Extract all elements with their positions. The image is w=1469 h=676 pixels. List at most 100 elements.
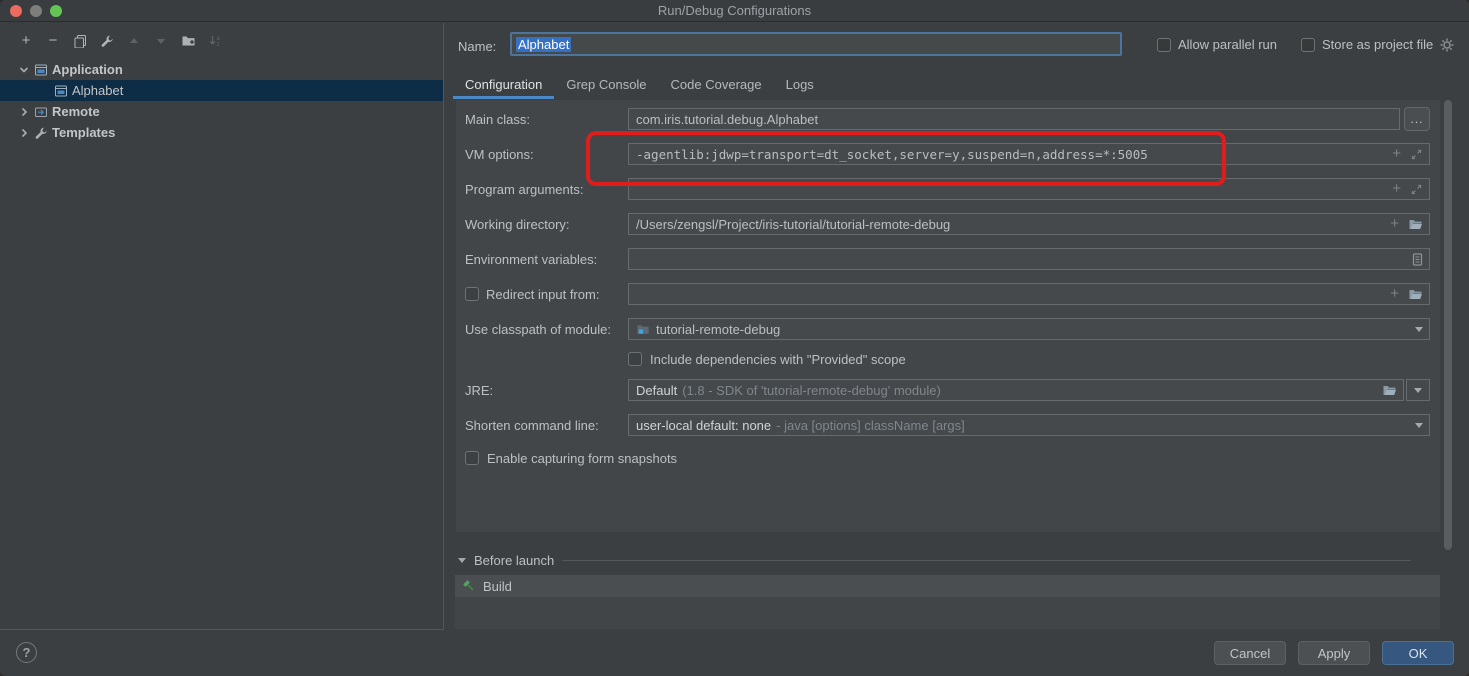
- store-options-gear-icon[interactable]: [1439, 37, 1455, 53]
- main-class-label: Main class:: [465, 112, 628, 127]
- shorten-command-line-value: user-local default: none: [636, 418, 771, 433]
- browse-folder-icon[interactable]: [1408, 288, 1423, 301]
- cancel-button[interactable]: Cancel: [1214, 641, 1286, 665]
- program-arguments-field[interactable]: +: [628, 178, 1430, 200]
- checkbox-icon[interactable]: [628, 352, 642, 366]
- main-class-field[interactable]: com.iris.tutorial.debug.Alphabet: [628, 108, 1400, 130]
- redirect-input-checkbox[interactable]: Redirect input from:: [465, 287, 628, 302]
- vm-options-value: -agentlib:jdwp=transport=dt_socket,serve…: [636, 147, 1148, 162]
- jre-dropdown[interactable]: Default (1.8 - SDK of 'tutorial-remote-d…: [628, 379, 1404, 401]
- tab-grep-console[interactable]: Grep Console: [554, 72, 658, 99]
- minimize-window-button[interactable]: [30, 5, 42, 17]
- name-input[interactable]: Alphabet: [510, 32, 1122, 56]
- titlebar: Run/Debug Configurations: [0, 0, 1469, 22]
- jre-value: Default: [636, 383, 677, 398]
- tab-code-coverage[interactable]: Code Coverage: [659, 72, 774, 99]
- zoom-window-button[interactable]: [50, 5, 62, 17]
- vertical-scrollbar[interactable]: [1444, 100, 1452, 550]
- jre-dropdown-button[interactable]: [1406, 379, 1430, 401]
- allow-parallel-run-checkbox[interactable]: Allow parallel run: [1157, 37, 1277, 52]
- add-macro-icon[interactable]: +: [1392, 147, 1401, 161]
- working-directory-value: /Users/zengsl/Project/iris-tutorial/tuto…: [636, 217, 950, 232]
- move-down-icon[interactable]: [153, 33, 169, 49]
- checkbox-icon[interactable]: [1301, 38, 1315, 52]
- working-directory-field[interactable]: /Users/zengsl/Project/iris-tutorial/tuto…: [628, 213, 1430, 235]
- copy-configuration-icon[interactable]: [72, 33, 88, 49]
- browse-main-class-button[interactable]: ...: [1404, 107, 1430, 131]
- checkbox-icon[interactable]: [1157, 38, 1171, 52]
- edit-variables-icon[interactable]: [1412, 253, 1423, 266]
- shorten-command-line-label: Shorten command line:: [465, 418, 628, 433]
- provided-scope-row: Include dependencies with "Provided" sco…: [628, 350, 1430, 368]
- ok-button[interactable]: OK: [1382, 641, 1454, 665]
- remove-configuration-icon[interactable]: −: [45, 33, 61, 49]
- tree-item-label: Alphabet: [72, 83, 123, 98]
- provided-scope-checkbox[interactable]: Include dependencies with "Provided" sco…: [628, 352, 906, 367]
- chevron-right-icon[interactable]: [18, 106, 30, 118]
- form-snapshots-checkbox[interactable]: Enable capturing form snapshots: [465, 451, 677, 466]
- store-as-project-file-label: Store as project file: [1322, 37, 1433, 52]
- apply-button[interactable]: Apply: [1298, 641, 1370, 665]
- expand-field-icon[interactable]: [1410, 183, 1423, 196]
- classpath-module-label: Use classpath of module:: [465, 322, 628, 337]
- checkbox-icon[interactable]: [465, 451, 479, 465]
- tree-item-alphabet[interactable]: Alphabet: [0, 80, 443, 101]
- create-folder-icon[interactable]: [180, 33, 196, 49]
- tree-item-templates[interactable]: Templates: [0, 122, 443, 143]
- svg-text:z: z: [217, 42, 220, 48]
- main-class-value: com.iris.tutorial.debug.Alphabet: [636, 112, 818, 127]
- close-window-button[interactable]: [10, 5, 22, 17]
- run-debug-configurations-dialog: Run/Debug Configurations + − az: [0, 0, 1469, 676]
- add-macro-icon[interactable]: +: [1392, 182, 1401, 196]
- help-button[interactable]: ?: [16, 642, 37, 663]
- checkbox-icon[interactable]: [465, 287, 479, 301]
- form-snapshots-label: Enable capturing form snapshots: [487, 451, 677, 466]
- dropdown-arrow-icon[interactable]: [1415, 423, 1423, 428]
- redirect-input-row: Redirect input from: +: [456, 283, 1430, 305]
- build-task-label: Build: [483, 579, 512, 594]
- move-up-icon[interactable]: [126, 33, 142, 49]
- build-task-item[interactable]: Build: [455, 575, 1440, 597]
- form-snapshots-row: Enable capturing form snapshots: [456, 449, 1430, 467]
- add-macro-icon[interactable]: +: [1390, 287, 1399, 301]
- shorten-command-line-hint: - java [options] className [args]: [776, 418, 965, 433]
- add-macro-icon[interactable]: +: [1390, 217, 1399, 231]
- store-as-project-file-checkbox[interactable]: Store as project file: [1301, 37, 1433, 52]
- classpath-module-dropdown[interactable]: tutorial-remote-debug: [628, 318, 1430, 340]
- tree-item-application[interactable]: Application: [0, 59, 443, 80]
- editor-tabs: Configuration Grep Console Code Coverage…: [444, 72, 826, 99]
- add-configuration-icon[interactable]: +: [18, 33, 34, 49]
- chevron-right-icon[interactable]: [18, 127, 30, 139]
- edit-templates-icon[interactable]: [99, 33, 115, 49]
- before-launch-section[interactable]: Before launch: [458, 553, 1440, 568]
- shorten-command-line-dropdown[interactable]: user-local default: none - java [options…: [628, 414, 1430, 436]
- vm-options-field[interactable]: -agentlib:jdwp=transport=dt_socket,serve…: [628, 143, 1430, 165]
- browse-folder-icon[interactable]: [1382, 384, 1397, 397]
- jre-hint: (1.8 - SDK of 'tutorial-remote-debug' mo…: [682, 383, 941, 398]
- chevron-down-icon[interactable]: [18, 64, 30, 76]
- working-directory-label: Working directory:: [465, 217, 628, 232]
- dropdown-arrow-icon[interactable]: [1415, 327, 1423, 332]
- sort-configurations-icon[interactable]: az: [207, 33, 223, 49]
- module-icon: [636, 323, 650, 336]
- environment-variables-label: Environment variables:: [465, 252, 628, 267]
- before-launch-label: Before launch: [474, 553, 554, 568]
- tree-item-label: Remote: [52, 104, 100, 119]
- configuration-editor: Name: Alphabet Allow parallel run Store …: [444, 22, 1469, 630]
- configuration-form: Main class: com.iris.tutorial.debug.Alph…: [456, 100, 1440, 532]
- program-arguments-row: Program arguments: +: [456, 178, 1430, 200]
- section-divider: [562, 560, 1411, 561]
- dropdown-arrow-icon: [1414, 388, 1422, 393]
- tab-logs[interactable]: Logs: [774, 72, 826, 99]
- collapse-arrow-icon[interactable]: [458, 558, 466, 563]
- vm-options-label: VM options:: [465, 147, 628, 162]
- program-arguments-label: Program arguments:: [465, 182, 628, 197]
- tab-configuration[interactable]: Configuration: [453, 72, 554, 99]
- redirect-input-label: Redirect input from:: [486, 287, 599, 302]
- expand-field-icon[interactable]: [1410, 148, 1423, 161]
- tree-item-remote[interactable]: Remote: [0, 101, 443, 122]
- browse-folder-icon[interactable]: [1408, 218, 1423, 231]
- allow-parallel-run-label: Allow parallel run: [1178, 37, 1277, 52]
- environment-variables-field[interactable]: [628, 248, 1430, 270]
- redirect-input-field[interactable]: +: [628, 283, 1430, 305]
